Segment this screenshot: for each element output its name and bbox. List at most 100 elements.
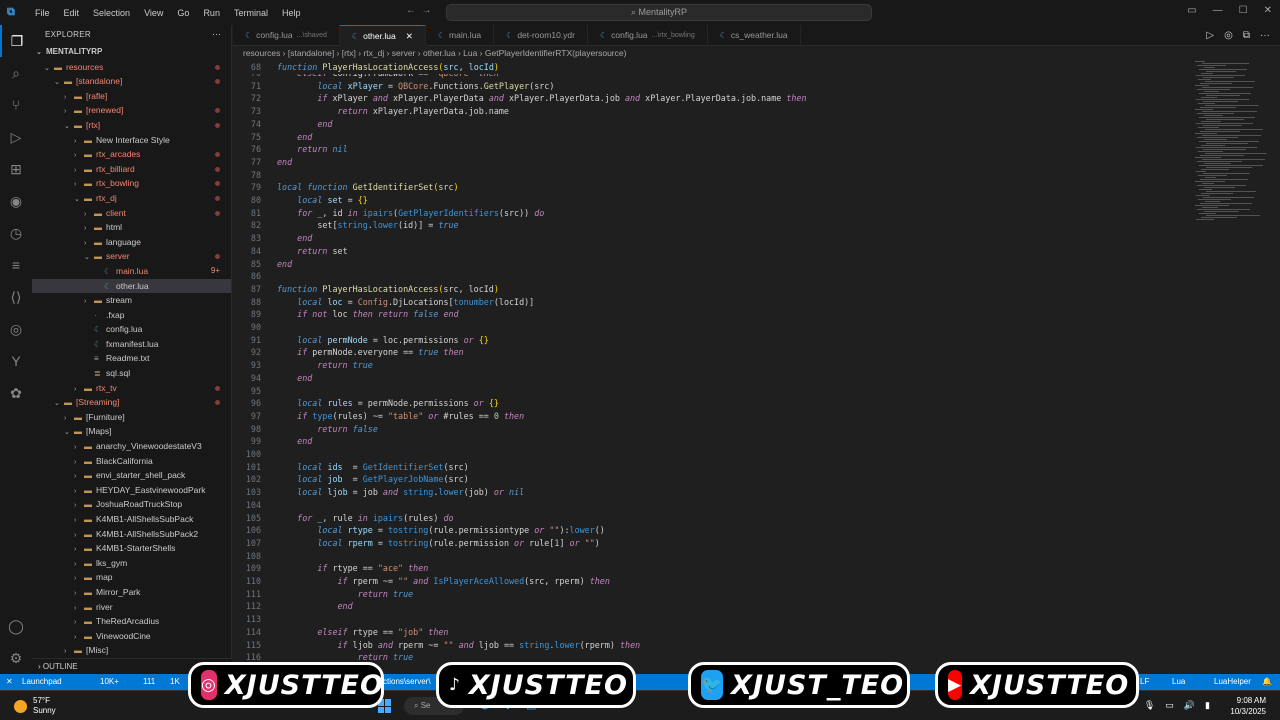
explorer-icon[interactable]: ❐ — [0, 25, 32, 57]
tree-folder[interactable]: › ▬ client — [32, 206, 231, 221]
code-line[interactable]: 115 if ljob and rperm ~= "" and ljob == … — [233, 639, 1183, 652]
more-icon[interactable]: ··· — [1260, 30, 1270, 41]
nav-arrows[interactable]: ← → — [406, 5, 432, 16]
mic-icon[interactable]: 🎙 — [1144, 700, 1155, 711]
tree-folder[interactable]: ⌄ ▬ [Streaming] — [32, 395, 231, 410]
code-line[interactable]: 74 end — [233, 118, 1183, 131]
status-language[interactable]: Lua — [1172, 674, 1185, 690]
code-line[interactable]: 85 end — [233, 258, 1183, 271]
tree-folder[interactable]: › ▬ [renewed] — [32, 103, 231, 118]
settings-gear-icon[interactable]: ⚙ — [0, 642, 32, 674]
code-line[interactable]: 114 elseif rtype == "job" then — [233, 626, 1183, 639]
code-line[interactable]: 104 — [233, 499, 1183, 512]
tree-folder[interactable]: ⌄ ▬ server — [32, 249, 231, 264]
code-line[interactable]: 105 for _, rule in ipairs(rules) do — [233, 512, 1183, 525]
code-line[interactable]: 95 — [233, 385, 1183, 398]
split-editor-icon[interactable]: ⧉ — [1243, 30, 1250, 41]
code-line[interactable]: 97 if type(rules) ~= "table" or #rules =… — [233, 410, 1183, 423]
tree-folder[interactable]: › ▬ K4MB1-AllShellsSubPack — [32, 512, 231, 527]
tree-file[interactable]: ☾ main.lua 9+ — [32, 264, 231, 279]
tree-folder[interactable]: ⌄ ▬ resources — [32, 60, 231, 75]
code-line[interactable]: 112 end — [233, 600, 1183, 613]
account-icon[interactable]: ◯ — [0, 610, 32, 642]
tree-folder[interactable]: › ▬ rtx_arcades — [32, 147, 231, 162]
code-line[interactable]: 78 — [233, 169, 1183, 182]
status-count-b[interactable]: 111 — [143, 674, 155, 690]
maximize-button[interactable]: ☐ — [1239, 5, 1248, 16]
workspace-root[interactable]: ⌄ MENTALITYRP — [32, 45, 231, 60]
tree-folder[interactable]: › ▬ language — [32, 235, 231, 250]
code-line[interactable]: 99 end — [233, 435, 1183, 448]
github-icon[interactable]: ◉ — [0, 185, 32, 217]
tree-folder[interactable]: › ▬ Mirror_Park — [32, 585, 231, 600]
code-line[interactable]: 72 if xPlayer and xPlayer.PlayerData and… — [233, 92, 1183, 105]
volume-icon[interactable]: 🔊 — [1184, 700, 1195, 711]
editor-tab[interactable]: ☾ config.lua ...\shaved — [233, 25, 340, 46]
status-count-a[interactable]: 10K+ — [100, 674, 119, 690]
more-actions-icon[interactable]: ··· — [212, 29, 221, 39]
editor-tab[interactable]: ☾ other.lua ✕ — [339, 25, 426, 46]
tree-folder[interactable]: › ▬ [rafle] — [32, 89, 231, 104]
menu-item-terminal[interactable]: Terminal — [227, 8, 275, 18]
code-line[interactable]: 102 local job = GetPlayerJobName(src) — [233, 473, 1183, 486]
code-line[interactable]: 103 local ljob = job and string.lower(jo… — [233, 486, 1183, 499]
clock[interactable]: 9:08 AM 10/3/2025 — [1230, 695, 1266, 717]
status-launchpad[interactable]: Launchpad — [22, 674, 62, 690]
editor-tab[interactable]: ☾ config.lua ...\rtx_bowling — [588, 25, 708, 46]
tree-folder[interactable]: › ▬ anarchy_VinewoodestateV3 — [32, 439, 231, 454]
code-line[interactable]: 90 — [233, 321, 1183, 334]
extensions-icon[interactable]: ⊞ — [0, 153, 32, 185]
code-line[interactable]: 86 — [233, 270, 1183, 283]
code-line[interactable]: 110 if rperm ~= "" and IsPlayerAceAllowe… — [233, 575, 1183, 588]
code-line[interactable]: 76 return nil — [233, 143, 1183, 156]
battery-icon[interactable]: ▮ — [1205, 700, 1210, 711]
code-line[interactable]: 93 return true — [233, 359, 1183, 372]
code-line[interactable]: 84 return set — [233, 245, 1183, 258]
editor-tab[interactable]: ☾ det-room10.ydr — [494, 25, 588, 46]
remote-icon[interactable]: ✕ — [6, 674, 13, 690]
tree-folder[interactable]: › ▬ JoshuaRoadTruckStop — [32, 497, 231, 512]
run-icon[interactable]: ▷ — [1206, 30, 1214, 41]
code-line[interactable]: 83 end — [233, 232, 1183, 245]
run-debug-icon[interactable]: ▷ — [0, 121, 32, 153]
tree-folder[interactable]: › ▬ river — [32, 600, 231, 615]
tree-folder[interactable]: › ▬ map — [32, 570, 231, 585]
code-line[interactable]: 88 local loc = Config.DjLocations[tonumb… — [233, 296, 1183, 309]
code-line[interactable]: 94 end — [233, 372, 1183, 385]
layout-icon[interactable]: ▭ — [1187, 5, 1196, 16]
display-icon[interactable]: ▭ — [1165, 700, 1174, 711]
minimap[interactable] — [1195, 61, 1275, 261]
editor-tab[interactable]: ☾ cs_weather.lua — [708, 25, 801, 46]
openai-icon[interactable]: ✿ — [0, 377, 32, 409]
tree-file[interactable]: ☾ other.lua — [32, 278, 231, 294]
command-center[interactable]: ⌕ MentalityRP — [446, 4, 872, 21]
notifications-icon[interactable]: 🔔 — [1262, 674, 1272, 690]
menu-item-selection[interactable]: Selection — [86, 8, 137, 18]
minimize-button[interactable]: — — [1213, 5, 1223, 16]
tree-file[interactable]: ≣ sql.sql — [32, 366, 231, 381]
code-line[interactable]: 92 if permNode.everyone == true then — [233, 346, 1183, 359]
menu-item-go[interactable]: Go — [170, 8, 196, 18]
code-line[interactable]: 80 local set = {} — [233, 194, 1183, 207]
tree-file[interactable]: ☾ config.lua — [32, 322, 231, 337]
timeline-icon[interactable]: ◷ — [0, 217, 32, 249]
sticky-scroll-line[interactable]: 68 function PlayerHasLocationAccess(src, … — [233, 61, 1183, 74]
tree-folder[interactable]: › ▬ rtx_tv — [32, 381, 231, 396]
code-line[interactable]: 89 if not loc then return false end — [233, 308, 1183, 321]
tree-folder[interactable]: › ▬ TheRedArcadius — [32, 614, 231, 629]
search-icon[interactable]: ⌕ — [0, 57, 32, 89]
tree-folder[interactable]: › ▬ html — [32, 220, 231, 235]
menu-item-help[interactable]: Help — [275, 8, 308, 18]
menu-item-run[interactable]: Run — [196, 8, 227, 18]
code-line[interactable]: 82 set[string.lower(id)] = true — [233, 219, 1183, 232]
breadcrumb[interactable]: resources › [standalone] › [rtx] › rtx_d… — [233, 46, 626, 61]
code-line[interactable]: 87 function PlayerHasLocationAccess(src, … — [233, 283, 1183, 296]
tree-folder[interactable]: ⌄ ▬ [Maps] — [32, 424, 231, 439]
code-line[interactable]: 106 local rtype = tostring(rule.permissi… — [233, 524, 1183, 537]
code-line[interactable]: 79 local function GetIdentifierSet(src) — [233, 181, 1183, 194]
tree-folder[interactable]: › ▬ HEYDAY_EastvinewoodPark — [32, 483, 231, 498]
editor-tab[interactable]: ☾ main.lua — [426, 25, 495, 46]
code-line[interactable]: 108 — [233, 550, 1183, 563]
code-line[interactable]: 107 local rperm = tostring(rule.permissi… — [233, 537, 1183, 550]
source-control-icon[interactable]: ⑂ — [0, 89, 32, 121]
